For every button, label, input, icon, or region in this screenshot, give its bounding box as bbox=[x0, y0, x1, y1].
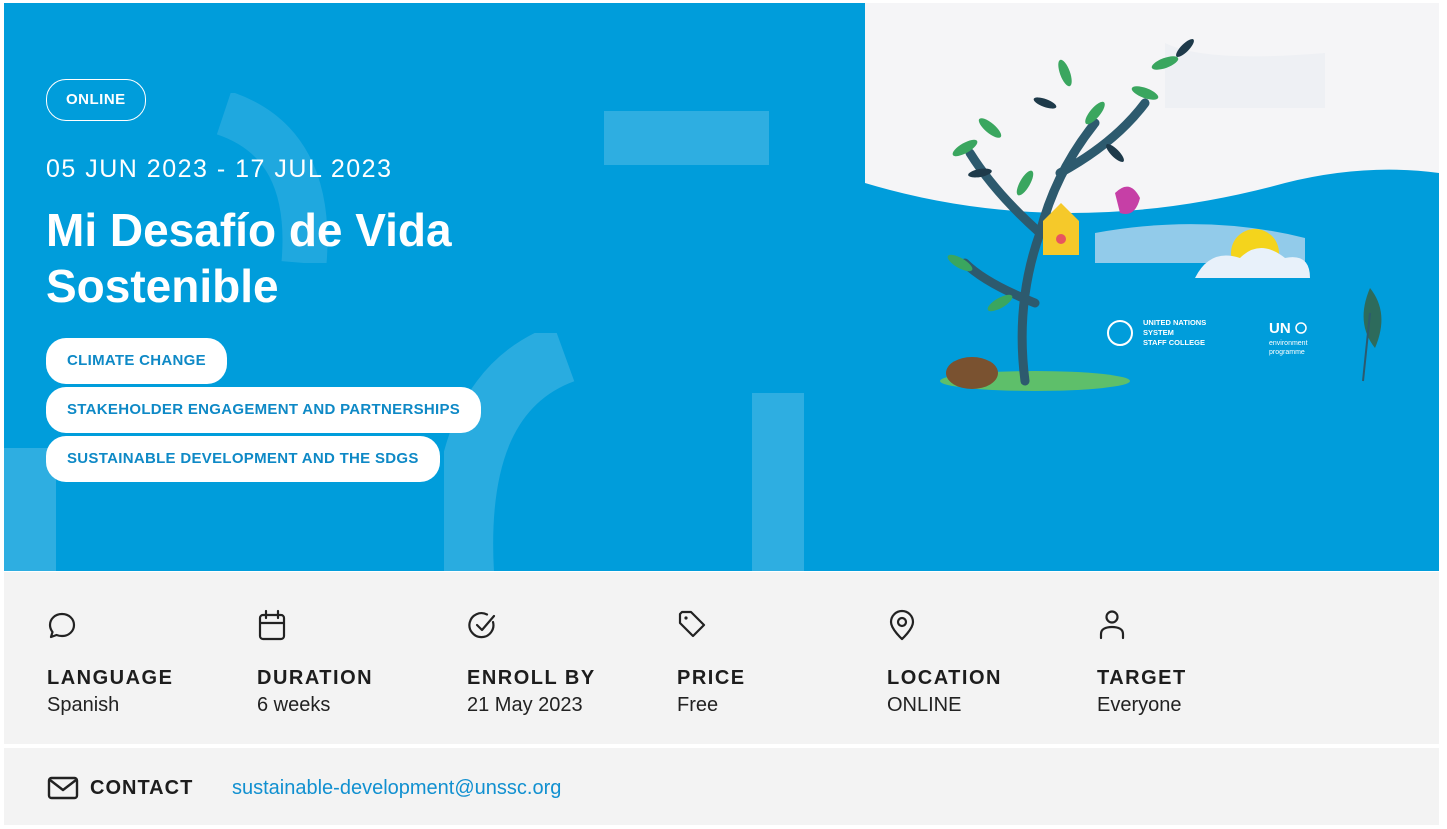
detail-value: 21 May 2023 bbox=[467, 694, 583, 716]
contact-email-link[interactable]: sustainable-development@unssc.org bbox=[232, 776, 561, 800]
decorative-shape bbox=[752, 393, 804, 571]
svg-text:environment: environment bbox=[1269, 340, 1308, 347]
chat-bubble-icon bbox=[48, 612, 76, 639]
detail-label: LOCATION bbox=[887, 667, 1002, 689]
detail-price: PRICE Free bbox=[677, 608, 867, 718]
delivery-mode-badge: ONLINE bbox=[46, 79, 146, 121]
svg-text:programme: programme bbox=[1269, 349, 1305, 356]
svg-text:STAFF COLLEGE: STAFF COLLEGE bbox=[1143, 338, 1205, 347]
detail-value: Free bbox=[677, 694, 719, 716]
detail-enroll-by: ENROLL BY 21 May 2023 bbox=[467, 608, 657, 718]
person-icon bbox=[1099, 610, 1125, 640]
detail-value: Spanish bbox=[47, 694, 120, 716]
course-hero-banner: ONLINE 05 JUN 2023 - 17 JUL 2023 Mi Desa… bbox=[4, 3, 1439, 571]
contact-bar: CONTACT sustainable-development@unssc.or… bbox=[4, 748, 1439, 825]
detail-value: Everyone bbox=[1097, 694, 1182, 716]
svg-text:UNITED NATIONS: UNITED NATIONS bbox=[1143, 318, 1206, 327]
detail-location: LOCATION ONLINE bbox=[887, 608, 1077, 718]
price-tag-icon bbox=[678, 610, 706, 638]
course-dates: 05 JUN 2023 - 17 JUL 2023 bbox=[46, 155, 393, 183]
course-details-bar: LANGUAGE Spanish DURATION 6 weeks ENROLL… bbox=[4, 572, 1439, 744]
detail-language: LANGUAGE Spanish bbox=[47, 608, 237, 718]
detail-label: DURATION bbox=[257, 667, 374, 689]
detail-duration: DURATION 6 weeks bbox=[257, 608, 447, 718]
course-illustration: UNITED NATIONS SYSTEM STAFF COLLEGE UN e… bbox=[865, 3, 1439, 571]
detail-value: 6 weeks bbox=[257, 694, 331, 716]
hedgehog bbox=[946, 357, 998, 389]
detail-value: ONLINE bbox=[887, 694, 962, 716]
detail-label: TARGET bbox=[1097, 667, 1187, 689]
hero-content: ONLINE 05 JUN 2023 - 17 JUL 2023 Mi Desa… bbox=[46, 79, 746, 485]
check-circle-icon bbox=[468, 612, 496, 639]
calendar-icon bbox=[258, 609, 286, 641]
detail-label: ENROLL BY bbox=[467, 667, 596, 689]
detail-label: LANGUAGE bbox=[47, 667, 174, 689]
topic-tag-climate-change[interactable]: CLIMATE CHANGE bbox=[46, 338, 227, 384]
location-pin-icon bbox=[889, 609, 915, 641]
envelope-icon bbox=[47, 776, 79, 800]
contact-label: CONTACT bbox=[90, 777, 194, 799]
svg-text:SYSTEM: SYSTEM bbox=[1143, 328, 1174, 337]
topic-tag-stakeholder-engagement[interactable]: STAKEHOLDER ENGAGEMENT AND PARTNERSHIPS bbox=[46, 387, 482, 433]
topic-tag-sustainable-development[interactable]: SUSTAINABLE DEVELOPMENT AND THE SDGS bbox=[46, 436, 440, 482]
topic-tags: CLIMATE CHANGE STAKEHOLDER ENGAGEMENT AN… bbox=[46, 338, 746, 482]
svg-text:UN: UN bbox=[1269, 320, 1291, 337]
course-title: Mi Desafío de Vida Sostenible bbox=[46, 204, 452, 312]
detail-target: TARGET Everyone bbox=[1097, 608, 1287, 718]
detail-label: PRICE bbox=[677, 667, 746, 689]
